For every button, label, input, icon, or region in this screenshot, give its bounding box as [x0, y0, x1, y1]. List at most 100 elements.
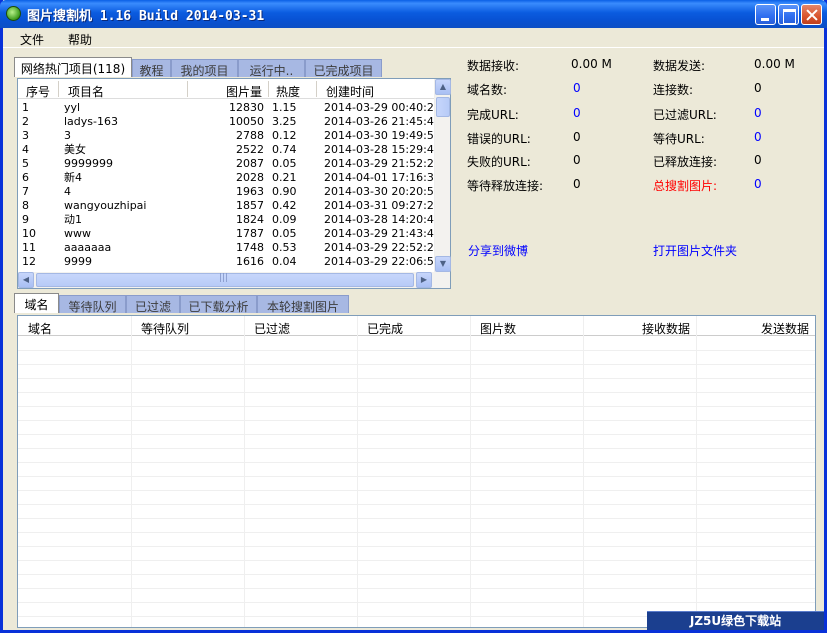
row-index: 6: [22, 171, 29, 184]
row-index: 4: [22, 143, 29, 156]
menu-help[interactable]: 帮助: [68, 31, 92, 48]
wait-release-label: 等待释放连接:: [467, 179, 544, 193]
row-image-count: 2522: [236, 143, 264, 156]
col-wait-queue[interactable]: 等待队列: [141, 320, 189, 337]
row-image-count: 1963: [236, 185, 264, 198]
col-index[interactable]: 序号: [26, 83, 50, 100]
row-name: 美女: [64, 143, 86, 156]
grid-line: [244, 316, 245, 627]
scroll-down-icon[interactable]: ▼: [435, 256, 451, 272]
title-bar[interactable]: 图片搜割机 1.16 Build 2014-03-31: [0, 0, 827, 28]
col-image-count[interactable]: 图片数: [480, 320, 516, 337]
table-row[interactable]: 6 新4 2028 0.21 2014-04-01 17:16:32: [18, 171, 441, 185]
site-watermark: JZ5U绿色下载站www.jz5u.com: [647, 611, 824, 630]
tab-wait-queue[interactable]: 等待队列: [59, 295, 126, 314]
table-row[interactable]: 10 www 1787 0.05 2014-03-29 21:43:40: [18, 227, 441, 241]
domains-label: 域名数:: [467, 83, 508, 97]
error-url-value: 0: [573, 130, 581, 144]
row-created: 2014-03-30 20:20:54: [324, 185, 441, 198]
app-icon: [6, 6, 21, 21]
tab-round-images[interactable]: 本轮搜割图片: [257, 295, 349, 314]
horizontal-scrollbar[interactable]: ◀ ▶: [18, 272, 450, 288]
grid-line: [470, 316, 471, 627]
table-row[interactable]: 8 wangyouzhipai 1857 0.42 2014-03-31 09:27:2…: [18, 199, 441, 213]
tab-running[interactable]: 运行中..: [238, 59, 305, 78]
row-created: 2014-03-29 21:43:40: [324, 227, 441, 240]
col-created[interactable]: 创建时间: [326, 83, 374, 100]
close-button[interactable]: [801, 4, 822, 25]
tab-domains[interactable]: 域名: [14, 293, 59, 313]
vertical-scrollbar[interactable]: ▲ ▼: [434, 79, 451, 272]
error-url-label: 错误的URL:: [467, 132, 531, 146]
filtered-url-label: 已过滤URL:: [653, 108, 717, 122]
tab-filtered[interactable]: 已过滤: [126, 295, 180, 314]
done-url-label: 完成URL:: [467, 108, 519, 122]
table-row[interactable]: 9 动1 1824 0.09 2014-03-28 14:20:48: [18, 213, 441, 227]
table-row[interactable]: 1 yyl 12830 1.15 2014-03-29 00:40:24: [18, 101, 441, 115]
scroll-up-icon[interactable]: ▲: [435, 79, 451, 95]
row-image-count: 1748: [236, 241, 264, 254]
row-created: 2014-03-29 00:40:24: [324, 101, 441, 114]
row-image-count: 1787: [236, 227, 264, 240]
horizontal-scroll-thumb[interactable]: [36, 273, 414, 287]
row-name: www: [64, 227, 91, 240]
connections-value: 0: [754, 81, 762, 95]
project-tabs: 网络热门项目(118) 教程 我的项目 运行中.. 已完成项目: [14, 57, 384, 78]
table-row[interactable]: 2 ladys-163 10050 3.25 2014-03-26 21:45:44: [18, 115, 441, 129]
row-index: 11: [22, 241, 36, 254]
table-row[interactable]: 12 9999 1616 0.04 2014-03-29 22:06:55: [18, 255, 441, 269]
row-name: yyl: [64, 101, 81, 114]
row-image-count: 2028: [236, 171, 264, 184]
row-index: 7: [22, 185, 29, 198]
data-recv-value: 0.00 M: [571, 57, 612, 71]
data-send-value: 0.00 M: [754, 57, 795, 71]
project-list[interactable]: 序号 项目名 图片量 热度 创建时间 1 yyl 12830 1.15 2014-03-…: [17, 78, 451, 289]
maximize-button[interactable]: [778, 4, 799, 25]
col-heat[interactable]: 热度: [276, 83, 300, 100]
row-heat: 0.53: [272, 241, 297, 254]
row-name: ladys-163: [64, 115, 118, 128]
table-row[interactable]: 11 aaaaaaa 1748 0.53 2014-03-29 22:52:23: [18, 241, 441, 255]
tab-tutorial[interactable]: 教程: [132, 59, 171, 78]
col-recv-data[interactable]: 接收数据: [642, 320, 690, 337]
released-value: 0: [754, 153, 762, 167]
row-index: 5: [22, 157, 29, 170]
minimize-button[interactable]: [755, 4, 776, 25]
row-image-count: 1857: [236, 199, 264, 212]
released-label: 已释放连接:: [653, 155, 718, 169]
tab-downloaded-analysis[interactable]: 已下载分析: [180, 295, 257, 314]
row-heat: 0.05: [272, 157, 297, 170]
col-name[interactable]: 项目名: [68, 83, 104, 100]
tab-my-projects[interactable]: 我的项目: [171, 59, 238, 78]
tab-hot-projects[interactable]: 网络热门项目(118): [14, 57, 132, 77]
col-filtered[interactable]: 已过滤: [254, 320, 290, 337]
row-created: 2014-03-26 21:45:44: [324, 115, 441, 128]
table-row[interactable]: 7 4 1963 0.90 2014-03-30 20:20:54: [18, 185, 441, 199]
row-created: 2014-03-29 22:06:55: [324, 255, 441, 268]
open-folder-link[interactable]: 打开图片文件夹: [653, 242, 737, 259]
row-heat: 0.04: [272, 255, 297, 268]
share-weibo-link[interactable]: 分享到微博: [468, 242, 528, 259]
row-name: aaaaaaa: [64, 241, 112, 254]
row-index: 8: [22, 199, 29, 212]
failed-url-label: 失败的URL:: [467, 155, 531, 169]
row-index: 12: [22, 255, 36, 268]
vertical-scroll-thumb[interactable]: [436, 97, 450, 117]
col-send-data[interactable]: 发送数据: [761, 320, 809, 337]
scroll-right-icon[interactable]: ▶: [416, 272, 432, 288]
scroll-left-icon[interactable]: ◀: [18, 272, 34, 288]
table-row[interactable]: 3 3 2788 0.12 2014-03-30 19:49:52: [18, 129, 441, 143]
col-image-count[interactable]: 图片量: [226, 83, 262, 100]
table-row[interactable]: 4 美女 2522 0.74 2014-03-28 15:29:45: [18, 143, 441, 157]
row-image-count: 1616: [236, 255, 264, 268]
row-name: 9999: [64, 255, 92, 268]
menu-file[interactable]: 文件: [20, 31, 44, 48]
table-row[interactable]: 5 9999999 2087 0.05 2014-03-29 21:52:24: [18, 157, 441, 171]
data-send-label: 数据发送:: [653, 59, 706, 73]
col-domain[interactable]: 域名: [28, 320, 52, 337]
menu-bar: 文件 帮助: [3, 28, 824, 48]
tab-completed[interactable]: 已完成项目: [305, 59, 382, 78]
domain-table[interactable]: 域名 等待队列 已过滤 已完成 图片数 接收数据 发送数据: [17, 315, 816, 628]
col-completed[interactable]: 已完成: [367, 320, 403, 337]
row-heat: 1.15: [272, 101, 297, 114]
